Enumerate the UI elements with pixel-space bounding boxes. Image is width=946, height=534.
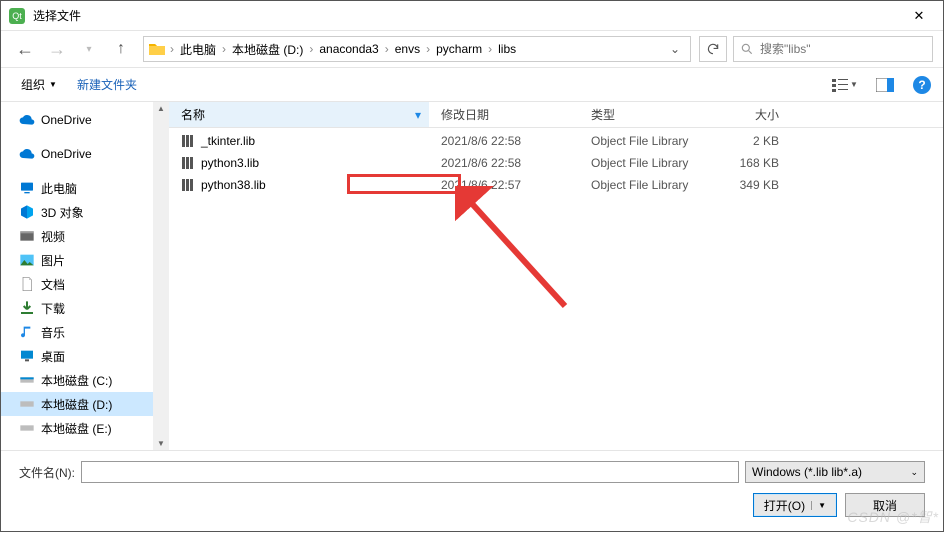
sidebar-item-videos[interactable]: 视频 xyxy=(1,224,168,248)
recent-dropdown[interactable]: ▾ xyxy=(75,35,103,63)
sidebar-item-drive-c[interactable]: 本地磁盘 (C:) xyxy=(1,368,168,392)
cloud-icon xyxy=(19,112,35,128)
chevron-right-icon: › xyxy=(424,42,432,56)
newfolder-button[interactable]: 新建文件夹 xyxy=(69,72,145,97)
chevron-right-icon: › xyxy=(307,42,315,56)
cloud-icon xyxy=(19,146,35,162)
folder-icon xyxy=(148,40,166,58)
column-type[interactable]: 类型 xyxy=(579,106,719,123)
sidebar-scrollbar[interactable]: ▲▼ xyxy=(153,102,169,450)
sidebar-item-thispc[interactable]: 此电脑 xyxy=(1,176,168,200)
breadcrumb-drive[interactable]: 本地磁盘 (D:) xyxy=(228,39,307,60)
address-bar[interactable]: › 此电脑 › 本地磁盘 (D:) › anaconda3 › envs › p… xyxy=(143,36,691,62)
sidebar-item-desktop[interactable]: 桌面 xyxy=(1,344,168,368)
search-box[interactable] xyxy=(733,36,933,62)
desktop-icon xyxy=(19,348,35,364)
sidebar-item-music[interactable]: 音乐 xyxy=(1,320,168,344)
column-size[interactable]: 大小 xyxy=(719,106,799,123)
refresh-button[interactable] xyxy=(699,36,727,62)
sort-indicator: ▾ xyxy=(415,108,421,122)
file-row[interactable]: python3.lib 2021/8/6 22:58 Object File L… xyxy=(169,152,943,174)
sidebar: OneDrive OneDrive 此电脑 3D 对象 xyxy=(1,102,169,450)
preview-pane-button[interactable] xyxy=(869,73,901,97)
cube-icon xyxy=(19,204,35,220)
search-input[interactable] xyxy=(760,42,926,56)
organize-menu[interactable]: 组织▼ xyxy=(13,72,65,97)
picture-icon xyxy=(19,252,35,268)
address-dropdown[interactable]: ⌄ xyxy=(664,42,686,56)
filename-label: 文件名(N): xyxy=(19,464,75,481)
up-button[interactable]: ↑ xyxy=(107,35,135,63)
dialog-body: OneDrive OneDrive 此电脑 3D 对象 xyxy=(1,101,943,450)
column-name[interactable]: 名称▾ xyxy=(169,102,429,127)
scroll-down-icon[interactable]: ▼ xyxy=(157,439,165,448)
chevron-right-icon: › xyxy=(486,42,494,56)
filename-input[interactable] xyxy=(81,461,739,483)
forward-button[interactable]: → xyxy=(43,35,71,63)
drive-icon xyxy=(19,420,35,436)
breadcrumb-thispc[interactable]: 此电脑 xyxy=(176,39,220,60)
file-filter-dropdown[interactable]: Windows (*.lib lib*.a) ⌄ xyxy=(745,461,925,483)
pc-icon xyxy=(19,180,35,196)
download-icon xyxy=(19,300,35,316)
open-button[interactable]: 打开(O)▼ xyxy=(753,493,837,517)
breadcrumb-anaconda3[interactable]: anaconda3 xyxy=(315,40,382,58)
sidebar-item-documents[interactable]: 文档 xyxy=(1,272,168,296)
dialog-footer: 文件名(N): Windows (*.lib lib*.a) ⌄ 打开(O)▼ … xyxy=(1,450,943,531)
breadcrumb-envs[interactable]: envs xyxy=(391,40,424,58)
video-icon xyxy=(19,228,35,244)
nav-bar: ← → ▾ ↑ › 此电脑 › 本地磁盘 (D:) › anaconda3 › … xyxy=(1,31,943,67)
chevron-down-icon: ⌄ xyxy=(910,467,918,478)
toolbar: 组织▼ 新建文件夹 ▼ ? xyxy=(1,67,943,101)
file-row[interactable]: _tkinter.lib 2021/8/6 22:58 Object File … xyxy=(169,130,943,152)
app-icon: Qt xyxy=(9,8,25,24)
chevron-right-icon: › xyxy=(168,42,176,56)
sidebar-item-onedrive[interactable]: OneDrive xyxy=(1,108,168,132)
title-bar: Qt 选择文件 ✕ xyxy=(1,1,943,31)
sidebar-item-drive-d[interactable]: 本地磁盘 (D:) xyxy=(1,392,168,416)
chevron-right-icon: › xyxy=(220,42,228,56)
breadcrumb-libs[interactable]: libs xyxy=(494,40,520,58)
file-row[interactable]: python38.lib 2021/8/6 22:57 Object File … xyxy=(169,174,943,196)
window-title: 选择文件 xyxy=(33,7,899,24)
sidebar-item-3dobjects[interactable]: 3D 对象 xyxy=(1,200,168,224)
annotation-arrow xyxy=(455,186,575,316)
column-date[interactable]: 修改日期 xyxy=(429,106,579,123)
view-mode-button[interactable]: ▼ xyxy=(829,73,861,97)
sidebar-item-onedrive[interactable]: OneDrive xyxy=(1,142,168,166)
scroll-up-icon[interactable]: ▲ xyxy=(157,104,165,113)
sidebar-item-pictures[interactable]: 图片 xyxy=(1,248,168,272)
music-icon xyxy=(19,324,35,340)
drive-icon xyxy=(19,396,35,412)
lib-file-icon xyxy=(181,134,197,148)
help-button[interactable]: ? xyxy=(913,76,931,94)
chevron-right-icon: › xyxy=(383,42,391,56)
breadcrumb-pycharm[interactable]: pycharm xyxy=(432,40,486,58)
search-icon xyxy=(740,42,754,56)
document-icon xyxy=(19,276,35,292)
drive-icon xyxy=(19,372,35,388)
column-headers: 名称▾ 修改日期 类型 大小 xyxy=(169,102,943,128)
lib-file-icon xyxy=(181,178,197,192)
sidebar-item-downloads[interactable]: 下载 xyxy=(1,296,168,320)
watermark: CSDN @*智* xyxy=(847,507,939,527)
file-dialog: Qt 选择文件 ✕ ← → ▾ ↑ › 此电脑 › 本地磁盘 (D:) › an… xyxy=(0,0,944,532)
sidebar-item-drive-e[interactable]: 本地磁盘 (E:) xyxy=(1,416,168,440)
file-list-panel: 名称▾ 修改日期 类型 大小 _tkinter.lib 2021/8/6 22:… xyxy=(169,102,943,450)
lib-file-icon xyxy=(181,156,197,170)
back-button[interactable]: ← xyxy=(11,35,39,63)
file-list: _tkinter.lib 2021/8/6 22:58 Object File … xyxy=(169,128,943,450)
open-dropdown[interactable]: ▼ xyxy=(811,501,826,510)
close-button[interactable]: ✕ xyxy=(899,2,939,30)
